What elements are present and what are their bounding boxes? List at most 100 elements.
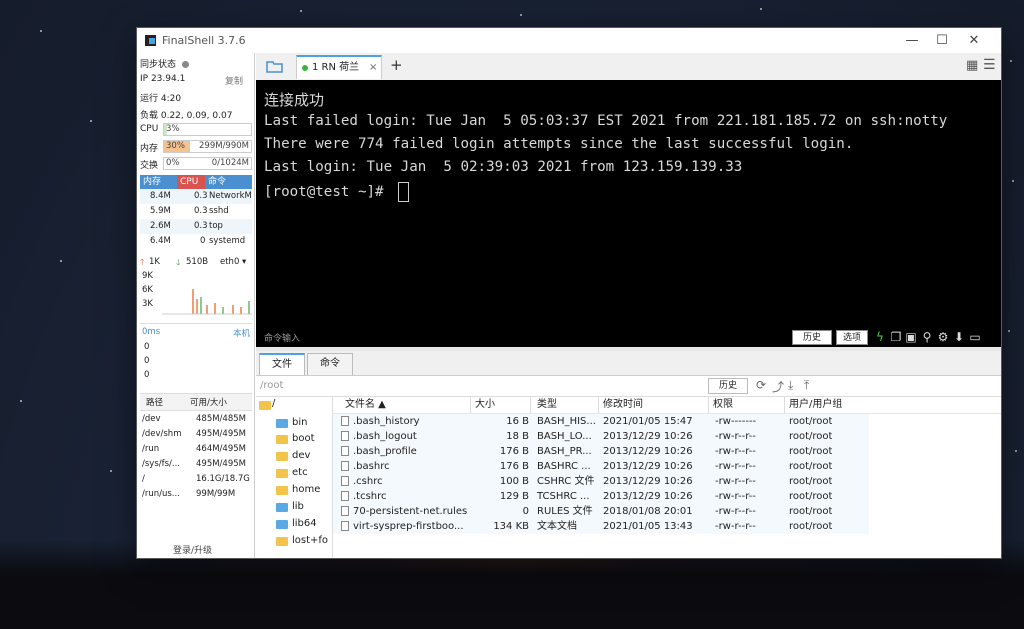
proc-header-cmd[interactable]: 命令 — [205, 175, 252, 189]
file-row[interactable]: .tcshrc 129 B TCSHRC ... 2013/12/29 10:2… — [333, 489, 869, 504]
file-size: 176 B — [499, 461, 529, 472]
lightning-icon[interactable]: ϟ — [873, 330, 887, 345]
proc-cpu: 0 — [200, 236, 206, 246]
terminal[interactable]: 连接成功 Last failed login: Tue Jan 5 05:03:… — [256, 80, 1001, 347]
text-file-icon — [341, 521, 349, 531]
file-mtime: 2013/12/29 10:26 — [603, 476, 693, 487]
title-bar[interactable]: FinalShell 3.7.6 — ☐ ✕ — [137, 28, 1001, 53]
copy-ip-link[interactable]: 复制 — [225, 74, 243, 87]
disk-header-size[interactable]: 可用/大小 — [190, 396, 227, 408]
grid-layout-icon[interactable]: ▦ — [966, 58, 978, 73]
minimize-icon[interactable]: — — [897, 31, 927, 50]
file-type: BASH_PR... — [537, 446, 592, 457]
disk-table-header: 路径 可用/大小 — [140, 394, 252, 411]
download-icon[interactable]: ⬇ — [952, 330, 966, 345]
file-row[interactable]: 70-persistent-net.rules 0 RULES 文件 2018/… — [333, 504, 869, 519]
network-interface-select[interactable]: eth0 — [220, 257, 239, 267]
up-directory-icon[interactable]: ⤴ — [772, 378, 784, 395]
file-row[interactable]: .bash_history 16 B BASH_HIS... 2021/01/0… — [333, 414, 869, 429]
terminal-options-button[interactable]: 选项 — [836, 330, 868, 345]
file-size: 18 B — [506, 431, 529, 442]
tree-item[interactable]: etc — [292, 465, 308, 481]
tree-item[interactable]: lib — [292, 499, 304, 515]
file-size: 176 B — [499, 446, 529, 457]
tree-item[interactable]: lib64 — [292, 516, 317, 532]
proc-header-mem[interactable]: 内存 — [140, 175, 177, 189]
file-row[interactable]: .bash_logout 18 B BASH_LO... 2013/12/29 … — [333, 429, 869, 444]
process-row[interactable]: 5.9M 0.3 sshd — [140, 204, 252, 219]
col-header-permissions[interactable]: 权限 — [709, 397, 785, 413]
file-mtime: 2013/12/29 10:26 — [603, 461, 693, 472]
file-mtime: 2021/01/05 13:43 — [603, 521, 693, 532]
tree-item[interactable]: home — [292, 482, 320, 498]
file-list: 文件名 ▲ 大小 类型 修改时间 权限 用户/用户组 .bash_history… — [333, 397, 1001, 558]
file-size: 100 B — [499, 476, 529, 487]
ping-scale-label: 0 — [144, 342, 150, 352]
download-file-icon[interactable]: ⤓ — [788, 378, 793, 393]
tree-item[interactable]: dev — [292, 448, 310, 464]
maximize-icon[interactable]: ☐ — [927, 31, 957, 50]
terminal-history-button[interactable]: 历史 — [792, 330, 832, 345]
proc-header-cpu[interactable]: CPU — [177, 175, 205, 189]
process-row[interactable]: 6.4M 0 systemd — [140, 234, 252, 249]
cpu-label: CPU — [140, 124, 159, 134]
close-window-icon[interactable]: ✕ — [959, 31, 989, 50]
path-history-button[interactable]: 历史 — [708, 378, 748, 394]
file-row[interactable]: .cshrc 100 B CSHRC 文件 2013/12/29 10:26 -… — [333, 474, 869, 489]
tree-item[interactable]: lost+fo — [292, 533, 328, 549]
disk-path: /run — [142, 444, 160, 454]
col-header-owner[interactable]: 用户/用户组 — [785, 397, 869, 413]
disk-size: 464M/495M — [196, 444, 246, 454]
command-input[interactable]: 命令输入 — [264, 331, 300, 344]
file-size: 134 KB — [493, 521, 529, 532]
path-input[interactable]: /root — [260, 379, 700, 393]
terminal-line: There were 774 failed login attempts sin… — [264, 136, 854, 152]
search-icon[interactable]: ⚲ — [920, 330, 934, 345]
menu-icon[interactable]: ☰ — [983, 57, 996, 73]
file-permissions: -rw-r--r-- — [715, 491, 756, 502]
file-owner: root/root — [789, 446, 833, 457]
folder-icon — [276, 469, 288, 478]
tree-root[interactable]: / — [272, 398, 275, 409]
copy-icon[interactable]: ❐ — [889, 330, 903, 345]
file-row[interactable]: .bash_profile 176 B BASH_PR... 2013/12/2… — [333, 444, 869, 459]
col-header-type[interactable]: 类型 — [533, 397, 599, 413]
col-header-size[interactable]: 大小 — [471, 397, 531, 413]
mem-percent: 30% — [166, 141, 185, 151]
process-row[interactable]: 8.4M 0.3 NetworkM — [140, 189, 252, 204]
close-tab-icon[interactable]: × — [369, 57, 377, 78]
tab-files[interactable]: 文件 — [259, 353, 305, 375]
open-folder-icon[interactable] — [266, 59, 284, 73]
ping-host[interactable]: 本机 — [233, 327, 250, 339]
col-header-mtime[interactable]: 修改时间 — [599, 397, 709, 413]
disk-size: 16.1G/18.7G — [196, 474, 250, 484]
tree-item[interactable]: bin — [292, 415, 307, 431]
paste-icon[interactable]: ▣ — [904, 330, 918, 345]
add-tab-icon[interactable]: + — [390, 56, 403, 74]
file-row[interactable]: .bashrc 176 B BASHRC ... 2013/12/29 10:2… — [333, 459, 869, 474]
file-row[interactable]: virt-sysprep-firstboo... 134 KB 文本文档 202… — [333, 519, 869, 534]
folder-icon — [276, 486, 288, 495]
folder-icon — [276, 419, 288, 428]
refresh-icon[interactable]: ⟳ — [756, 378, 766, 392]
disk-row: /dev 485M/485M — [140, 412, 252, 427]
proc-cpu: 0.3 — [194, 221, 208, 231]
tab-commands[interactable]: 命令 — [307, 353, 353, 375]
upload-file-icon[interactable]: ⤒ — [804, 378, 809, 393]
disk-row: /dev/shm 495M/495M — [140, 427, 252, 442]
folder-icon — [276, 503, 288, 512]
session-tab[interactable]: 1 RN 荷兰 × — [296, 55, 382, 79]
file-icon — [341, 431, 349, 441]
fullscreen-icon[interactable]: ▭ — [968, 330, 982, 345]
gear-icon[interactable]: ⚙ — [936, 330, 950, 345]
login-upgrade-link[interactable]: 登录/升级 — [173, 543, 212, 556]
file-permissions: -rw------- — [715, 416, 757, 427]
process-row[interactable]: 2.6M 0.3 top — [140, 219, 252, 234]
disk-header-path[interactable]: 路径 — [146, 396, 163, 408]
ping-monitor: 0ms 本机 0 0 0 — [140, 323, 252, 382]
proc-cpu: 0.3 — [194, 206, 208, 216]
col-header-name[interactable]: 文件名 ▲ — [341, 397, 471, 413]
tree-item[interactable]: boot — [292, 431, 315, 447]
upload-speed: 1K — [149, 257, 160, 267]
chevron-down-icon[interactable]: ▾ — [242, 257, 246, 267]
